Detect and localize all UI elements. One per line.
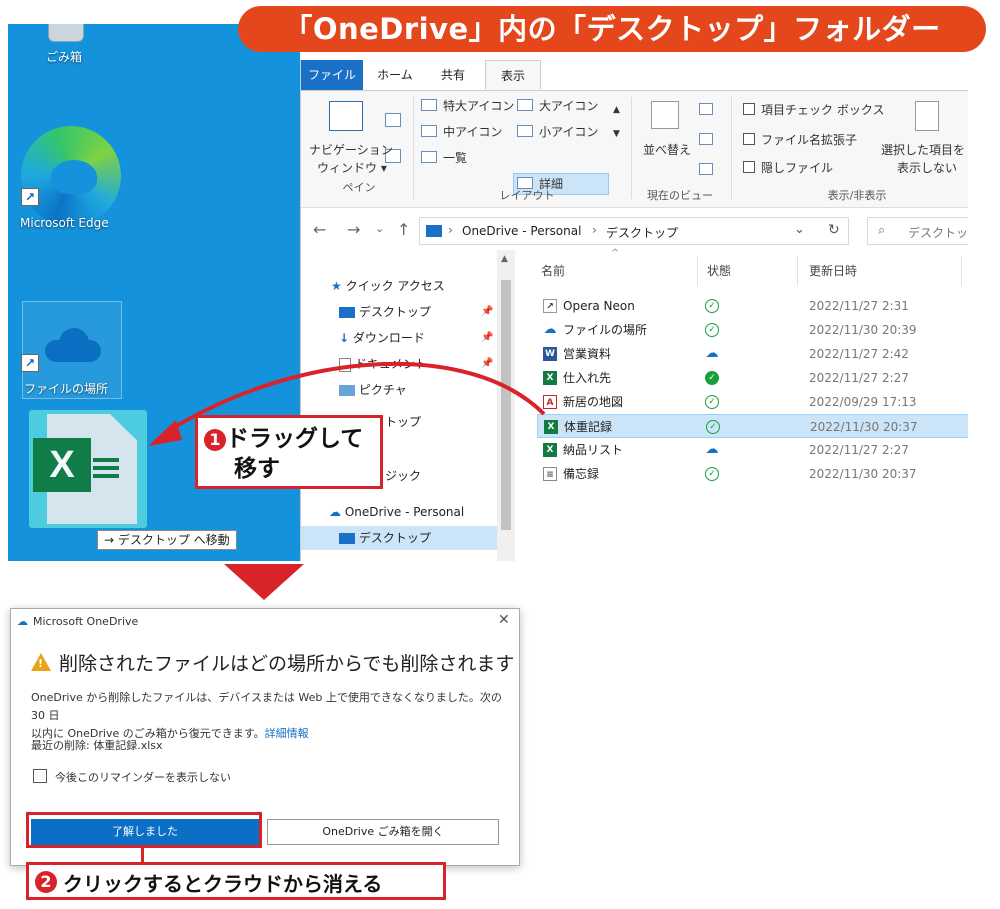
step1-callout: 1 ドラッグして 移す bbox=[195, 415, 383, 489]
step1-number-badge: 1 bbox=[204, 428, 226, 451]
step1-text: ドラッグして bbox=[226, 426, 364, 452]
step1-line1: 1 ドラッグして bbox=[204, 424, 363, 454]
headline-banner: 「OneDrive」内の「デスクトップ」フォルダー bbox=[238, 6, 986, 52]
drag-arrow bbox=[148, 361, 546, 446]
step1-line2: 移す bbox=[234, 456, 280, 482]
